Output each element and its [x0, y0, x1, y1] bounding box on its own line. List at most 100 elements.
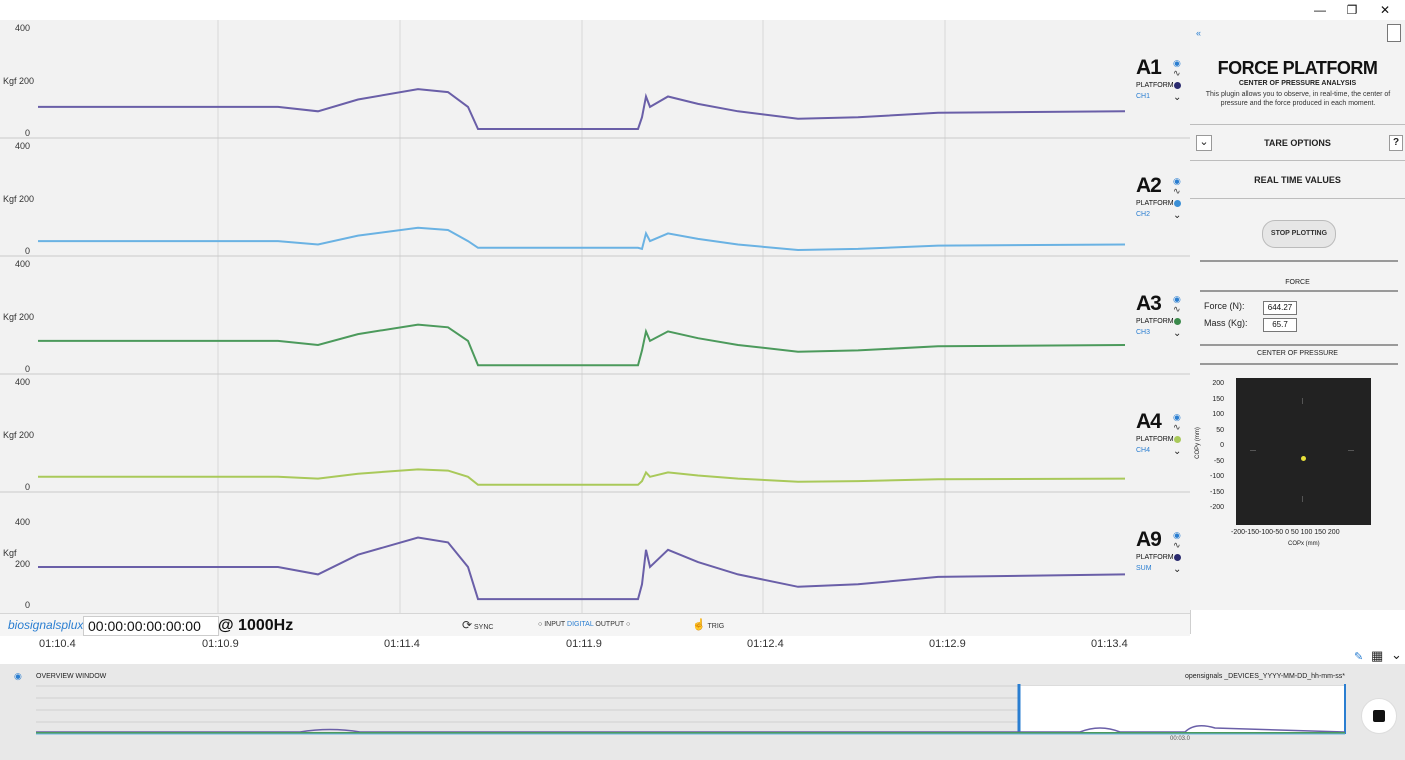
- channel-label: A4: [1136, 410, 1162, 433]
- cop-ylabel: COPy (mm): [1194, 427, 1201, 459]
- channel-label: A2: [1136, 174, 1162, 197]
- y-unit-label: Kgf 200: [3, 76, 35, 86]
- collapse-icon[interactable]: «: [1196, 28, 1201, 38]
- channel-platform: PLATFORM: [1136, 554, 1174, 561]
- timecode-display: 00:00:00:00:00:00: [83, 616, 219, 636]
- signal-chart-area[interactable]: 400 Kgf 200 0 A1 PLATFORM CH1 ◉ ∿ ⌄ 400 …: [0, 20, 1191, 634]
- channel-platform: PLATFORM: [1136, 200, 1174, 207]
- thumb-icon: ☝: [692, 619, 706, 631]
- cop-ytick: 150: [1212, 395, 1224, 403]
- divider: [1200, 363, 1398, 365]
- output-label: OUTPUT: [595, 621, 625, 628]
- sync-label: SYNC: [474, 624, 494, 631]
- help-button[interactable]: ?: [1389, 135, 1403, 151]
- cop-xlabel: COPx (mm): [1288, 541, 1320, 547]
- chevron-down-icon[interactable]: ⌄: [1391, 647, 1402, 663]
- eye-icon[interactable]: ◉: [1173, 176, 1181, 186]
- input-radio-icon[interactable]: ○: [538, 621, 542, 628]
- ytick-zero: 0: [24, 128, 30, 138]
- cop-ytick: -200: [1209, 504, 1224, 511]
- cop-ytick: -100: [1209, 473, 1224, 480]
- sampling-rate: @ 1000Hz: [218, 617, 294, 634]
- channel-color-dot[interactable]: [1174, 200, 1181, 207]
- sync-button[interactable]: ⟳ SYNC: [462, 616, 493, 634]
- pin-icon[interactable]: ✎: [1354, 650, 1363, 663]
- eye-icon[interactable]: ◉: [1173, 530, 1181, 540]
- channel-platform: PLATFORM: [1136, 436, 1174, 443]
- clipboard-icon[interactable]: [1387, 24, 1401, 42]
- y-unit-label: Kgf 200: [3, 194, 35, 204]
- window-titlebar: — ❐ ✕: [0, 0, 1405, 21]
- overview-svg: [36, 684, 1346, 735]
- wave-icon[interactable]: ∿: [1173, 540, 1181, 550]
- cop-ytick: 0: [1220, 442, 1224, 449]
- channel-color-dot[interactable]: [1174, 554, 1181, 561]
- panel-description: This plugin allows you to observe, in re…: [1205, 91, 1391, 107]
- channel-color-dot[interactable]: [1174, 436, 1181, 443]
- restore-button[interactable]: ❐: [1337, 1, 1367, 19]
- chevron-down-icon[interactable]: ⌄: [1173, 565, 1181, 575]
- divider: [1200, 290, 1398, 292]
- mass-value: 65.7: [1263, 318, 1297, 332]
- cop-xticks: -200-150-100-50 0 50 100 150 200: [1231, 529, 1340, 536]
- overview-window[interactable]: ◉ OVERVIEW WINDOW opensignals _DEVICES_Y…: [0, 664, 1405, 760]
- channel-sub: CH3: [1136, 329, 1151, 336]
- panel-subtitle: CENTER OF PRESSURE ANALYSIS: [1238, 80, 1357, 87]
- stop-plotting-button[interactable]: STOP PLOTTING: [1262, 220, 1336, 248]
- ytick-max: 400: [14, 517, 30, 527]
- trigger-button[interactable]: ☝ TRIG: [692, 616, 724, 634]
- input-label: INPUT: [544, 621, 566, 628]
- chevron-down-icon[interactable]: ⌄: [1173, 93, 1181, 103]
- wave-icon[interactable]: ∿: [1173, 422, 1181, 432]
- channel-sub: CH1: [1136, 93, 1151, 100]
- cop-marker: [1250, 450, 1256, 451]
- eye-icon[interactable]: ◉: [1173, 294, 1181, 304]
- cop-section-label: CENTER OF PRESSURE: [1257, 350, 1338, 357]
- sync-icon: ⟳: [462, 618, 473, 632]
- ytick-zero: 0: [24, 482, 30, 492]
- xtick-label: 01:13.4: [1091, 638, 1128, 650]
- wave-icon[interactable]: ∿: [1173, 304, 1181, 314]
- realtime-values-row[interactable]: REAL TIME VALUES: [1190, 160, 1405, 199]
- wave-icon[interactable]: ∿: [1173, 186, 1181, 196]
- cop-canvas: [1236, 378, 1371, 525]
- xtick-label: 01:11.9: [566, 638, 602, 650]
- chevron-down-icon[interactable]: ⌄: [1173, 211, 1181, 221]
- y-unit-label: Kgf 200: [3, 430, 35, 440]
- ytick-max: 400: [14, 141, 30, 151]
- channel-color-dot[interactable]: [1174, 318, 1181, 325]
- cop-point: [1301, 456, 1306, 462]
- y-unit-label: Kgf: [3, 548, 17, 558]
- cop-ytick: -50: [1213, 457, 1224, 465]
- overview-viewport[interactable]: [1018, 686, 1345, 732]
- ytick-zero: 0: [24, 364, 30, 374]
- wave-icon[interactable]: ∿: [1173, 68, 1181, 78]
- stop-icon: [1373, 710, 1385, 722]
- chevron-down-icon[interactable]: ⌄: [1173, 329, 1181, 339]
- stop-record-button[interactable]: [1361, 698, 1397, 734]
- chevron-down-icon[interactable]: ⌄: [1173, 447, 1181, 457]
- overview-time-label: 00:03.0: [1170, 736, 1191, 742]
- signals-svg: [0, 20, 1190, 614]
- trig-label: TRIG: [707, 623, 725, 630]
- y-unit-label: Kgf 200: [3, 312, 35, 322]
- channel-label: A9: [1136, 528, 1162, 551]
- ytick-zero: 0: [24, 600, 30, 610]
- xtick-label: 01:12.4: [747, 638, 784, 650]
- cop-yticks: 200 150 100 50 0 -50 -100 -150 -200: [1202, 380, 1224, 520]
- cop-plot: COPy (mm) 200 150 100 50 0 -50 -100 -150 -200 -2…: [1194, 374, 1396, 554]
- grid-view-icon[interactable]: ▦: [1371, 648, 1383, 664]
- eye-icon[interactable]: ◉: [1173, 412, 1181, 422]
- channel-color-dot[interactable]: [1174, 82, 1181, 89]
- cop-marker: [1302, 496, 1303, 502]
- close-button[interactable]: ✕: [1370, 1, 1400, 19]
- output-radio-icon[interactable]: ○: [626, 621, 630, 628]
- eye-icon[interactable]: ◉: [1173, 58, 1181, 68]
- tare-options-row[interactable]: ⌄ TARE OPTIONS ?: [1190, 124, 1405, 161]
- xtick-label: 01:10.9: [202, 638, 239, 650]
- channel-label: A3: [1136, 292, 1162, 315]
- minimize-button[interactable]: —: [1305, 1, 1335, 19]
- digital-io-control[interactable]: ○ INPUT DIGITAL OUTPUT ○: [538, 616, 630, 634]
- force-value: 644.27: [1263, 301, 1297, 315]
- cop-ytick: 200: [1212, 380, 1224, 387]
